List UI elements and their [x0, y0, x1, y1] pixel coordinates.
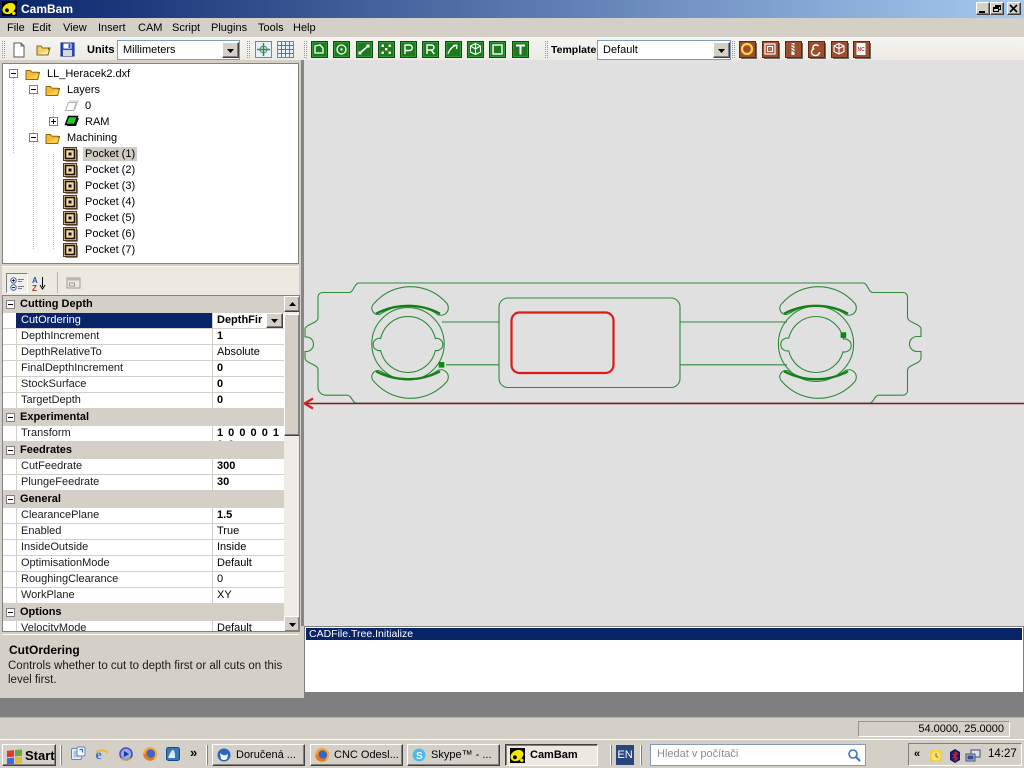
svg-text:Z: Z: [32, 284, 37, 291]
svg-text:NC: NC: [858, 47, 866, 53]
svg-text:S: S: [416, 751, 423, 762]
